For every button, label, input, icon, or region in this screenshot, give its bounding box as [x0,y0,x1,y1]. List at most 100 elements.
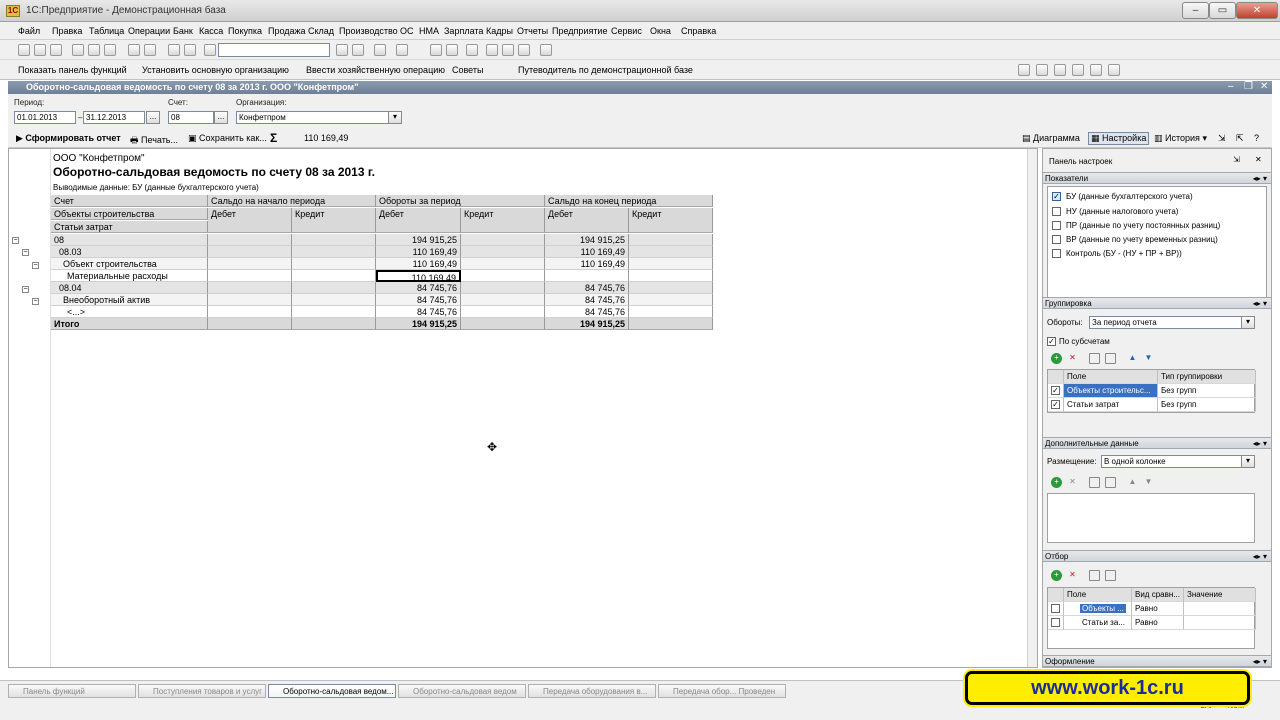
task-item-active[interactable]: Оборотно-сальдовая ведом... [268,684,396,698]
memory-minus-icon[interactable] [518,44,530,56]
row-cell[interactable] [629,318,713,330]
history-button[interactable]: ▥ История ▾ [1154,133,1207,144]
date-to-field[interactable]: 31.12.2013 [83,111,145,124]
row-cell[interactable] [545,270,629,282]
copy-icon[interactable] [1089,570,1100,581]
menu-enterprise[interactable]: Предприятие [552,26,607,36]
row-cell[interactable] [292,282,376,294]
filter-row-checkbox[interactable] [1051,604,1060,613]
row-cell[interactable] [629,294,713,306]
menu-bank[interactable]: Банк [173,26,193,36]
row-cell[interactable] [461,318,545,330]
row-cell[interactable] [292,246,376,258]
calc-icon[interactable] [430,44,442,56]
collapse-asset-icon[interactable]: − [32,298,39,305]
collapse-object-icon[interactable]: − [32,262,39,269]
grouping-row-field[interactable]: Объекты строительс... [1064,384,1158,398]
selected-cell[interactable]: 110 169,49 [376,270,461,282]
indicator-checkbox[interactable] [1052,207,1061,216]
row-name[interactable]: Объект строительства [51,258,208,270]
edit-icon[interactable] [1105,353,1116,364]
doc-close-button[interactable]: ✕ [1260,81,1268,92]
panel-close-icon[interactable]: ✕ [1255,155,1262,164]
close-button[interactable]: ✕ [1236,2,1278,19]
extra-data-list[interactable] [1047,493,1255,543]
row-cell[interactable] [208,270,292,282]
grouping-row-checkbox[interactable]: ✓ [1051,400,1060,409]
delete-icon[interactable]: ✕ [1067,477,1078,488]
org-field[interactable]: Конфетпром [236,111,402,124]
move-up-icon[interactable]: ▲ [1127,477,1138,488]
section-extra-data[interactable]: Дополнительные данные ◂▸ ▾ [1043,437,1271,449]
grouping-row-field[interactable]: Статьи затрат [1064,398,1158,412]
menu-operations[interactable]: Операции [128,26,170,36]
new-icon[interactable] [18,44,30,56]
section-grouping[interactable]: Группировка ◂▸ ▾ [1043,297,1271,309]
minimize-button[interactable]: – [1182,2,1209,19]
filter-row-value[interactable] [1184,602,1256,616]
indicator-checkbox[interactable] [1052,221,1061,230]
row-cell[interactable] [461,270,545,282]
copy-icon[interactable] [1089,353,1100,364]
filter-col-field[interactable]: Поле [1064,588,1132,602]
indicator-checkbox[interactable] [1052,235,1061,244]
memory-plus-icon[interactable] [502,44,514,56]
indicator-checkbox[interactable] [1052,249,1061,258]
placement-dropdown-icon[interactable]: ▾ [1241,455,1255,468]
cut-icon[interactable] [72,44,84,56]
row-cell[interactable] [208,318,292,330]
org-dropdown-button[interactable]: ▾ [388,111,402,124]
row-cell[interactable]: 84 745,76 [545,294,629,306]
menu-salary[interactable]: Зарплата [444,26,483,36]
layout4-icon[interactable] [1072,64,1084,76]
row-cell[interactable] [292,306,376,318]
print-button[interactable]: 🖶 Печать... [130,133,178,149]
menu-table[interactable]: Таблица [89,26,124,36]
row-cell[interactable]: 84 745,76 [376,282,461,294]
turnover-dropdown-icon[interactable]: ▾ [1241,316,1255,329]
table-icon[interactable] [466,44,478,56]
edit-icon[interactable] [1105,570,1116,581]
menu-cash[interactable]: Касса [199,26,223,36]
row-cell[interactable] [461,282,545,294]
grouping-col-field[interactable]: Поле [1064,370,1158,384]
section-indicators[interactable]: Показатели ◂▸ ▾ [1043,172,1271,184]
memory-icon[interactable] [486,44,498,56]
row-cell[interactable] [208,258,292,270]
pin-icon[interactable]: ⇲ [1218,133,1226,144]
menu-reports[interactable]: Отчеты [517,26,548,36]
row-cell[interactable] [629,270,713,282]
section-filter[interactable]: Отбор ◂▸ ▾ [1043,550,1271,562]
section-design[interactable]: Оформление ◂▸ ▾ [1043,655,1271,667]
add-icon[interactable]: + [1051,477,1062,488]
total-row[interactable]: Итого [51,318,208,330]
add-icon[interactable]: + [1051,570,1062,581]
report-sheet[interactable]: ООО "Конфетпром" Оборотно-сальдовая ведо… [8,148,1038,668]
row-cell[interactable]: 110 169,49 [376,258,461,270]
layout2-icon[interactable] [1036,64,1048,76]
save-as-button[interactable]: ▣ Сохранить как... [188,133,267,144]
layout-icon[interactable] [1018,64,1030,76]
account-select-button[interactable]: ... [214,111,228,124]
search-input[interactable] [218,43,330,57]
move-down-icon[interactable]: ▼ [1143,353,1154,364]
task-item[interactable]: Панель функций [8,684,136,698]
copy-icon[interactable] [88,44,100,56]
row-cell[interactable]: 110 169,49 [545,258,629,270]
placement-select[interactable]: В одной колонке [1101,455,1255,468]
set-org-button[interactable]: Установить основную организацию [142,65,289,75]
help-icon[interactable] [396,44,408,56]
row-cell[interactable] [629,234,713,246]
period-select-button[interactable]: ... [146,111,160,124]
row-cell[interactable] [461,294,545,306]
row-cell[interactable]: 194 915,25 [376,318,461,330]
date-from-field[interactable]: 01.01.2013 [14,111,76,124]
row-cell[interactable] [208,306,292,318]
layout3-icon[interactable] [1054,64,1066,76]
row-cell[interactable]: 194 915,25 [545,318,629,330]
windows-icon[interactable] [374,44,386,56]
grouping-row-type[interactable]: Без групп [1158,398,1256,412]
row-cell[interactable]: 84 745,76 [545,306,629,318]
menu-edit[interactable]: Правка [52,26,82,36]
row-cell[interactable] [292,258,376,270]
